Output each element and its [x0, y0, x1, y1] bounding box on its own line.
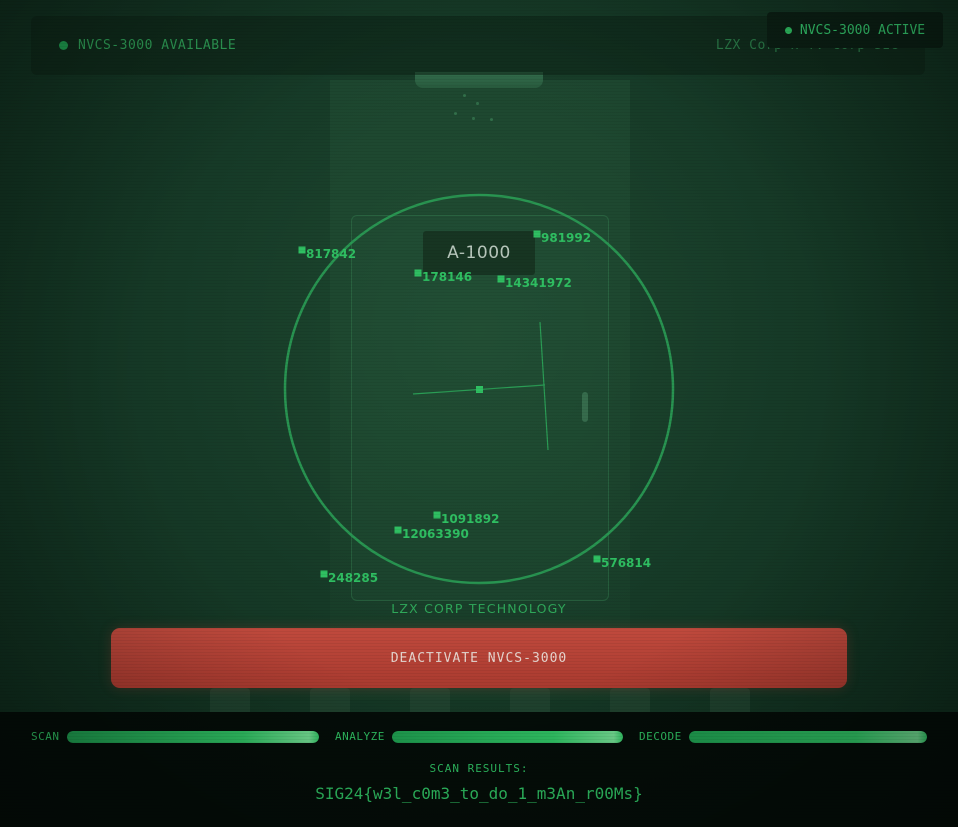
thermal-marker-dot [298, 246, 306, 254]
analyze-label: ANALYZE [335, 730, 385, 743]
thermal-marker-label: 12063390 [402, 527, 469, 541]
thermal-marker: 817842 [298, 246, 356, 261]
thermal-marker-label: 178146 [422, 270, 472, 284]
thermal-marker: 1091892 [433, 511, 499, 526]
deactivate-button[interactable]: DEACTIVATE NVCS-3000 [111, 628, 847, 688]
thermal-marker: 981992 [533, 230, 591, 245]
thermal-marker-dot [593, 555, 601, 563]
progress-row: SCAN ANALYZE DECODE [0, 730, 958, 744]
decode-progress-bar [689, 731, 927, 743]
marker-layer: 817842 981992 178146 14341972 10918921206339… [298, 230, 651, 585]
thermal-marker-label: 1091892 [441, 512, 499, 526]
scan-panel: SCAN ANALYZE DECODE SCAN RESULTS: SIG24{… [0, 712, 958, 827]
thermal-marker-label: 981992 [541, 231, 591, 245]
seat-row [178, 688, 778, 714]
thermal-marker-dot [533, 230, 541, 238]
availability-status: NVCS-3000 AVAILABLE [59, 38, 236, 53]
radar-sweep-line [539, 321, 549, 451]
active-status-badge: NVCS-3000 ACTIVE [767, 12, 943, 48]
thermal-marker-label: 248285 [328, 571, 378, 585]
analyze-progress-fill [392, 731, 623, 743]
thermal-marker: 12063390 [394, 526, 469, 541]
thermal-marker-dot [414, 269, 422, 277]
thermal-marker-dot [433, 511, 441, 519]
scan-results-value: SIG24{w3l_c0m3_to_do_1_m3An_r00Ms} [315, 784, 643, 803]
seat [610, 688, 650, 714]
scan-progress-fill [67, 731, 319, 743]
scan-results-label: SCAN RESULTS: [429, 762, 529, 775]
thermal-marker-dot [394, 526, 402, 534]
seat [210, 688, 250, 714]
availability-text: NVCS-3000 AVAILABLE [78, 38, 237, 53]
seat [410, 688, 450, 714]
scan-progress-bar [67, 731, 319, 743]
seat [710, 688, 750, 714]
thermal-marker-label: 14341972 [505, 276, 572, 290]
thermal-marker-dot [497, 275, 505, 283]
seat [310, 688, 350, 714]
thermal-marker: 248285 [320, 570, 378, 585]
active-dot-icon [784, 26, 792, 34]
thermal-marker-dot [320, 570, 328, 578]
seat [510, 688, 550, 714]
thermal-marker-label: 576814 [601, 556, 651, 570]
decode-label: DECODE [639, 730, 682, 743]
radar-center [476, 386, 483, 393]
scan-label: SCAN [31, 730, 60, 743]
thermal-marker: 14341972 [497, 275, 572, 290]
analyze-progress-bar [392, 731, 623, 743]
decode-progress-fill [689, 731, 927, 743]
status-dot-icon [59, 41, 68, 50]
thermal-marker: 576814 [593, 555, 651, 570]
thermal-marker-label: 817842 [306, 247, 356, 261]
active-badge-text: NVCS-3000 ACTIVE [799, 22, 926, 38]
thermal-marker: 178146 [414, 269, 472, 284]
